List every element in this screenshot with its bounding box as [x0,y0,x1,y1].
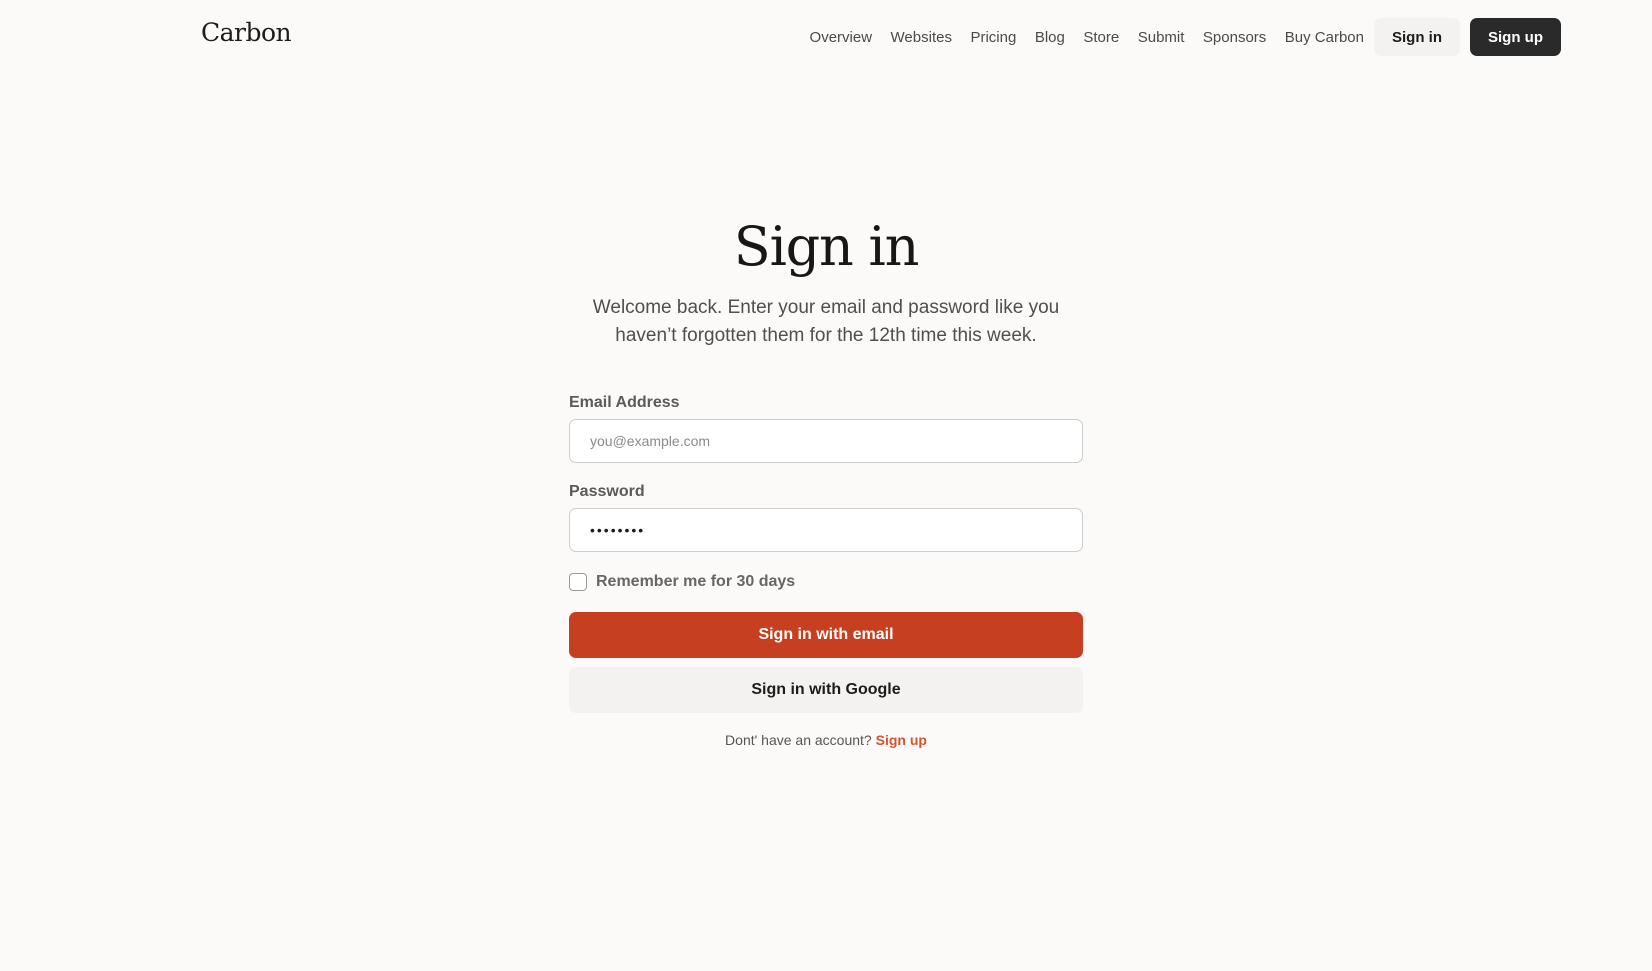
sign-up-link[interactable]: Sign up [876,732,927,748]
no-account-note: Dont' have an account? Sign up [569,732,1083,748]
password-field[interactable] [569,508,1083,552]
main-nav: Overview Websites Pricing Blog Store Sub… [810,18,1561,56]
header-sign-up-button[interactable]: Sign up [1470,18,1561,56]
email-field[interactable] [569,419,1083,463]
no-account-text: Dont' have an account? [725,732,872,748]
header-sign-in-button[interactable]: Sign in [1374,18,1460,56]
nav-link-pricing[interactable]: Pricing [970,29,1016,46]
nav-link-blog[interactable]: Blog [1035,29,1065,46]
page-title: Sign in [733,215,920,278]
remember-me-row: Remember me for 30 days [569,572,1083,592]
nav-link-submit[interactable]: Submit [1138,29,1185,46]
password-label: Password [569,483,645,500]
sign-in-form: Email Address Password Remember me for 3… [569,394,1083,748]
nav-link-store[interactable]: Store [1083,29,1119,46]
email-label: Email Address [569,394,680,411]
nav-link-overview[interactable]: Overview [810,29,873,46]
remember-me-label[interactable]: Remember me for 30 days [596,573,795,591]
nav-link-websites[interactable]: Websites [891,29,952,46]
remember-me-checkbox[interactable] [569,573,587,591]
nav-link-sponsors[interactable]: Sponsors [1203,29,1266,46]
sign-in-with-google-button[interactable]: Sign in with Google [569,667,1083,713]
nav-link-buy-carbon[interactable]: Buy Carbon [1285,29,1364,46]
site-header: Carbon Overview Websites Pricing Blog St… [0,0,1652,74]
carbon-logo[interactable]: Carbon [201,18,292,47]
page-subtitle: Welcome back. Enter your email and passw… [592,297,1060,346]
sign-in-with-email-button[interactable]: Sign in with email [569,612,1083,658]
